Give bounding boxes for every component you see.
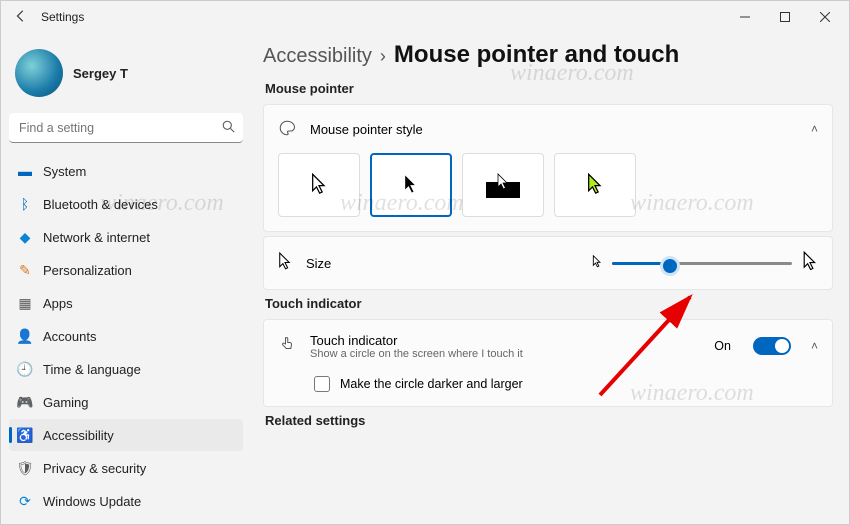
- nav-gaming[interactable]: 🎮Gaming: [9, 386, 243, 418]
- minimize-button[interactable]: [725, 1, 765, 33]
- apps-icon: ▦: [17, 295, 33, 311]
- touch-icon: [278, 335, 296, 358]
- search-input[interactable]: [9, 113, 243, 143]
- section-mouse-pointer: Mouse pointer: [265, 81, 833, 96]
- chevron-up-icon: ˄: [811, 339, 818, 353]
- cursor-icon: [278, 252, 292, 275]
- titlebar: Settings: [1, 1, 849, 33]
- touch-state: On: [714, 339, 731, 353]
- settings-window: Settings Sergey T ▬System ᛒBluetooth & d…: [0, 0, 850, 525]
- nav-accounts[interactable]: 👤Accounts: [9, 320, 243, 352]
- maximize-button[interactable]: [765, 1, 805, 33]
- touch-indicator-header[interactable]: Touch indicator Show a circle on the scr…: [278, 320, 818, 372]
- content: Accessibility › Mouse pointer and touch …: [251, 33, 849, 524]
- gamepad-icon: 🎮: [17, 394, 33, 410]
- touch-indicator-card: Touch indicator Show a circle on the scr…: [263, 319, 833, 407]
- nav-system[interactable]: ▬System: [9, 155, 243, 187]
- nav-update[interactable]: ⟳Windows Update: [9, 485, 243, 517]
- page-title: Mouse pointer and touch: [394, 41, 679, 69]
- window-title: Settings: [37, 10, 84, 24]
- display-icon: ▬: [17, 163, 33, 179]
- pointer-style-card: Mouse pointer style ˄: [263, 104, 833, 232]
- person-icon: 👤: [17, 328, 33, 344]
- nav-privacy[interactable]: 🛡Privacy & security: [9, 452, 243, 484]
- touch-option-label: Make the circle darker and larger: [340, 377, 523, 391]
- wifi-icon: ◆: [17, 229, 33, 245]
- size-card: Size: [263, 236, 833, 290]
- chevron-right-icon: ›: [380, 46, 386, 67]
- avatar: [15, 49, 63, 97]
- breadcrumb: Accessibility › Mouse pointer and touch: [263, 41, 833, 69]
- pointer-style-black[interactable]: [370, 153, 452, 217]
- pointer-style-white[interactable]: [278, 153, 360, 217]
- touch-toggle[interactable]: [753, 337, 791, 355]
- brush-icon: ✎: [17, 262, 33, 278]
- nav-time[interactable]: 🕘Time & language: [9, 353, 243, 385]
- nav-apps[interactable]: ▦Apps: [9, 287, 243, 319]
- shield-icon: 🛡: [17, 460, 33, 476]
- touch-option-row[interactable]: Make the circle darker and larger: [278, 372, 818, 406]
- size-label: Size: [306, 256, 331, 271]
- search-icon: [222, 120, 235, 136]
- search-box[interactable]: [9, 113, 243, 143]
- touch-option-checkbox[interactable]: [314, 376, 330, 392]
- user-name: Sergey T: [73, 66, 128, 81]
- close-button[interactable]: [805, 1, 845, 33]
- touch-label: Touch indicator: [310, 333, 523, 348]
- section-related: Related settings: [265, 413, 833, 428]
- nav-network[interactable]: ◆Network & internet: [9, 221, 243, 253]
- back-button[interactable]: [5, 9, 37, 26]
- sidebar: Sergey T ▬System ᛒBluetooth & devices ◆N…: [1, 33, 251, 524]
- touch-sublabel: Show a circle on the screen where I touc…: [310, 348, 523, 360]
- breadcrumb-parent[interactable]: Accessibility: [263, 45, 372, 68]
- palette-icon: [278, 119, 296, 140]
- bluetooth-icon: ᛒ: [17, 196, 33, 212]
- pointer-style-label: Mouse pointer style: [310, 122, 423, 137]
- user-block[interactable]: Sergey T: [9, 41, 243, 113]
- pointer-style-header[interactable]: Mouse pointer style ˄: [264, 105, 832, 153]
- chevron-up-icon: ˄: [811, 122, 818, 136]
- nav-bluetooth[interactable]: ᛒBluetooth & devices: [9, 188, 243, 220]
- nav-personalization[interactable]: ✎Personalization: [9, 254, 243, 286]
- section-touch: Touch indicator: [265, 296, 833, 311]
- pointer-style-custom[interactable]: [554, 153, 636, 217]
- pointer-style-inverted[interactable]: [462, 153, 544, 217]
- cursor-large-icon: [802, 251, 818, 276]
- slider-thumb[interactable]: [660, 256, 680, 276]
- cursor-small-icon: [592, 255, 602, 272]
- update-icon: ⟳: [17, 493, 33, 509]
- clock-icon: 🕘: [17, 361, 33, 377]
- nav: ▬System ᛒBluetooth & devices ◆Network & …: [9, 155, 243, 517]
- pointer-style-options: [264, 153, 832, 231]
- accessibility-icon: ♿: [17, 427, 33, 443]
- size-slider[interactable]: [612, 255, 792, 271]
- nav-accessibility[interactable]: ♿Accessibility: [9, 419, 243, 451]
